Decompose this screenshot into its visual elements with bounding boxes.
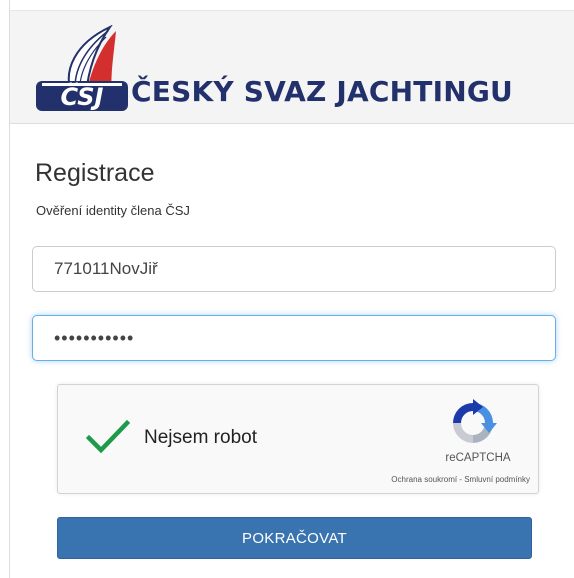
site-header: ČSJ ČESKÝ SVAZ JACHTINGU: [10, 11, 574, 124]
page-subtitle: Ověření identity člena ČSJ: [36, 203, 190, 218]
continue-button[interactable]: POKRAČOVAT: [57, 517, 532, 559]
recaptcha-label[interactable]: Nejsem robot: [144, 427, 257, 449]
checkmark-icon[interactable]: [86, 419, 130, 455]
recaptcha-widget: Nejsem robot reCAPTCHA Ochrana soukromí …: [57, 384, 539, 494]
recaptcha-logo-icon: [453, 399, 497, 443]
csj-sail-logo-icon: ČSJ: [36, 25, 128, 111]
recaptcha-brand: reCAPTCHA: [445, 452, 511, 464]
recaptcha-privacy-terms-links[interactable]: Ochrana soukromí - Smluvní podmínky: [298, 475, 530, 484]
password-input[interactable]: [32, 315, 556, 361]
registration-page: ČSJ ČESKÝ SVAZ JACHTINGU Registrace Ověř…: [0, 0, 574, 578]
site-logo-text: ČESKÝ SVAZ JACHTINGU: [131, 75, 513, 108]
member-id-input[interactable]: [32, 246, 556, 292]
page-title: Registrace: [35, 159, 155, 187]
